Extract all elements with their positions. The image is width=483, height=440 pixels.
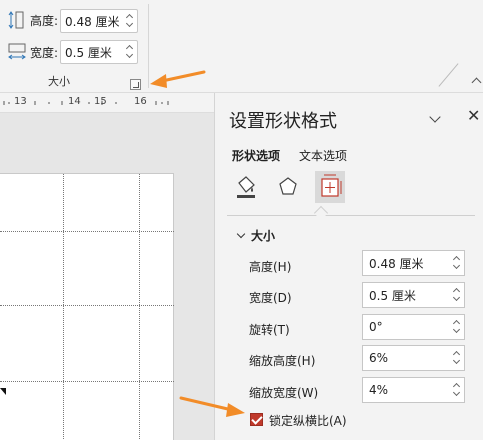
ribbon-width-row: 宽度:	[6, 40, 60, 64]
scale-height-input[interactable]: 6%	[362, 345, 465, 371]
ribbon-group-separator	[148, 4, 149, 88]
height-label: 高度(H)	[249, 260, 292, 274]
effects-icon[interactable]	[273, 171, 303, 203]
spin-down-icon[interactable]	[452, 390, 461, 399]
shape-width-icon	[6, 41, 28, 63]
lock-aspect-ratio-checkbox[interactable]	[250, 413, 263, 426]
document-page[interactable]	[0, 173, 174, 440]
table-gridline	[63, 174, 64, 440]
close-icon[interactable]: ✕	[467, 108, 481, 124]
rotation-input[interactable]: 0°	[362, 314, 465, 340]
spin-down-icon[interactable]	[452, 327, 461, 336]
scale-width-value: 4%	[369, 383, 389, 397]
collapse-ribbon-icon[interactable]	[472, 76, 481, 85]
ribbon-height-input[interactable]: 0.48 厘米	[60, 9, 138, 33]
spin-down-icon[interactable]	[125, 21, 134, 30]
table-gridline	[0, 381, 174, 382]
scale-height-value: 6%	[369, 351, 389, 365]
chevron-down-icon[interactable]	[237, 231, 245, 239]
width-value: 0.5 厘米	[369, 288, 416, 303]
ruler-tick-label: 16	[134, 96, 147, 107]
dialog-launcher-icon[interactable]	[130, 79, 141, 90]
pane-divider	[227, 215, 475, 216]
ruler-tick-label: 15	[94, 96, 107, 107]
scale-width-label: 缩放宽度(W)	[249, 386, 319, 400]
shape-marker-icon	[0, 388, 6, 395]
ribbon-height-value: 0.48 厘米	[65, 14, 120, 29]
format-shape-pane: 设置形状格式 ✕ 形状选项 文本选项 大小 高度(H) 0.48 厘米 宽度(D…	[214, 93, 483, 440]
tab-text-options[interactable]: 文本选项	[299, 147, 347, 164]
section-title-size[interactable]: 大小	[251, 227, 275, 244]
rotation-label: 旋转(T)	[249, 323, 290, 337]
table-gridline	[0, 231, 174, 232]
ribbon-group-label: 大小	[48, 75, 70, 88]
rotation-value: 0°	[369, 320, 383, 334]
ribbon-width-value: 0.5 厘米	[65, 45, 112, 60]
ribbon-height-row: 高度:	[6, 8, 60, 32]
scale-width-input[interactable]: 4%	[362, 377, 465, 403]
shape-height-icon	[6, 9, 28, 31]
spin-down-icon[interactable]	[452, 263, 461, 272]
ruler-ticks	[3, 101, 169, 105]
spin-down-icon[interactable]	[452, 358, 461, 367]
width-input[interactable]: 0.5 厘米	[362, 282, 465, 308]
pane-title: 设置形状格式	[229, 111, 337, 132]
height-input[interactable]: 0.48 厘米	[362, 250, 465, 276]
ribbon-divider	[438, 63, 459, 87]
fill-line-icon[interactable]	[231, 171, 261, 203]
height-value: 0.48 厘米	[369, 256, 424, 271]
width-label: 宽度(D)	[249, 291, 292, 305]
spin-down-icon[interactable]	[452, 295, 461, 304]
spin-down-icon[interactable]	[125, 52, 134, 61]
ruler-tick-label: 13	[14, 96, 27, 107]
ruler-tick-label: 14	[68, 96, 81, 107]
ribbon: 高度: 0.48 厘米 宽度: 0.5 厘米 大小	[0, 0, 483, 93]
ribbon-width-input[interactable]: 0.5 厘米	[60, 40, 138, 64]
table-gridline	[0, 305, 174, 306]
pane-options-chevron-icon[interactable]	[429, 113, 441, 125]
ribbon-height-label: 高度:	[30, 13, 59, 28]
table-gridline	[139, 174, 140, 440]
scale-height-label: 缩放高度(H)	[249, 354, 316, 368]
selected-tab-pointer	[313, 205, 329, 221]
tab-shape-options[interactable]: 形状选项	[232, 147, 280, 164]
ribbon-width-label: 宽度:	[30, 45, 59, 60]
lock-aspect-ratio-label[interactable]: 锁定纵横比(A)	[269, 412, 347, 429]
size-properties-icon[interactable]	[315, 171, 345, 203]
horizontal-ruler: 13 14 15 16	[0, 95, 214, 113]
